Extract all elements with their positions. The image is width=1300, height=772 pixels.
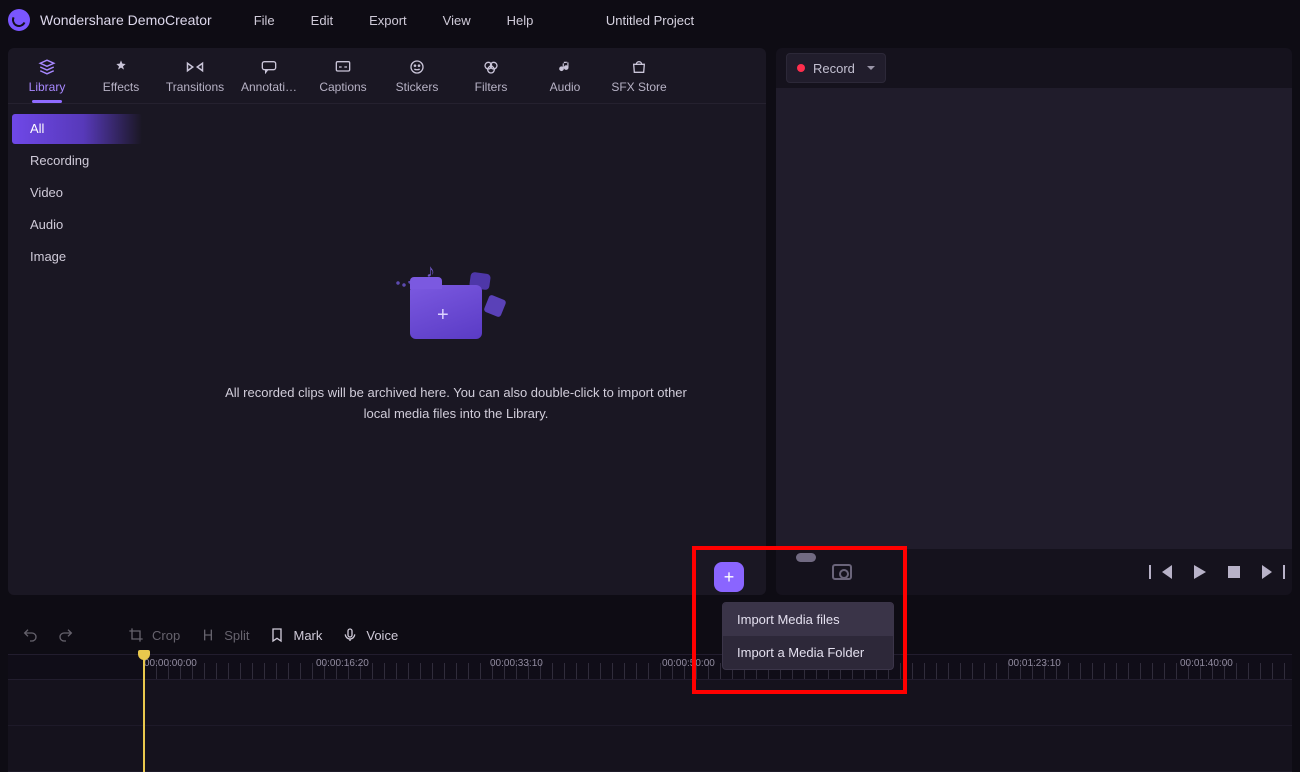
- captions-icon: [334, 58, 352, 76]
- library-panel: Library Effects Transitions Annotati…: [8, 48, 766, 595]
- transitions-icon: [186, 58, 204, 76]
- library-empty-state[interactable]: ♪ + All recorded clips will be archived …: [146, 94, 766, 585]
- sidebar-item-recording[interactable]: Recording: [12, 146, 142, 176]
- tab-label: Transitions: [166, 80, 224, 94]
- tab-label: Library: [29, 80, 66, 94]
- mark-label: Mark: [293, 628, 322, 643]
- record-dot-icon: [797, 64, 805, 72]
- stickers-icon: [408, 58, 426, 76]
- tab-label: SFX Store: [611, 80, 666, 94]
- tab-label: Captions: [319, 80, 366, 94]
- tab-label: Annotati…: [241, 80, 297, 94]
- time-label: 00:00:00:00: [144, 658, 197, 669]
- main-menu: File Edit Export View Help: [236, 7, 552, 34]
- sidebar-item-image[interactable]: Image: [12, 242, 142, 272]
- time-label: 00:00:33:10: [490, 658, 543, 669]
- filters-icon: [482, 58, 500, 76]
- undo-button[interactable]: [22, 627, 38, 643]
- menu-export[interactable]: Export: [351, 7, 425, 34]
- timeline-track-2[interactable]: [8, 726, 1292, 772]
- title-bar: Wondershare DemoCreator File Edit Export…: [0, 0, 1300, 40]
- timeline-track-1[interactable]: [8, 680, 1292, 726]
- split-label: Split: [224, 628, 249, 643]
- time-label: 00:01:23:10: [1008, 658, 1061, 669]
- next-frame-button[interactable]: [1262, 565, 1272, 579]
- store-icon: [630, 58, 648, 76]
- stop-button[interactable]: [1228, 566, 1240, 578]
- mark-button[interactable]: Mark: [269, 627, 322, 643]
- split-button[interactable]: Split: [200, 627, 249, 643]
- transport-bar: [776, 549, 1292, 595]
- menu-help[interactable]: Help: [489, 7, 552, 34]
- annotate-icon: [260, 58, 278, 76]
- timeline-ruler[interactable]: 00:00:00:00 00:00:16:20 00:00:33:10 00:00:5…: [8, 654, 1292, 680]
- preview-panel: Record: [776, 48, 1292, 595]
- play-button[interactable]: [1194, 565, 1206, 579]
- menu-file[interactable]: File: [236, 7, 293, 34]
- menu-view[interactable]: View: [425, 7, 489, 34]
- audio-icon: [556, 58, 574, 76]
- import-media-files[interactable]: Import Media files: [723, 603, 893, 636]
- tab-library[interactable]: Library: [10, 48, 84, 103]
- empty-folder-icon: ♪ +: [396, 255, 516, 355]
- app-logo-icon: [8, 9, 30, 31]
- add-media-button[interactable]: +: [714, 562, 744, 592]
- time-label: 00:00:16:20: [316, 658, 369, 669]
- empty-state-text: All recorded clips will be archived here…: [216, 383, 696, 423]
- voice-label: Voice: [366, 628, 398, 643]
- record-label: Record: [813, 61, 855, 76]
- crop-button[interactable]: Crop: [128, 627, 180, 643]
- preview-viewport: [776, 88, 1292, 549]
- timeline-panel: Crop Split Mark Voice 00:00:00:00 00:00:1…: [0, 616, 1300, 764]
- import-context-menu: Import Media files Import a Media Folder: [722, 602, 894, 670]
- tab-label: Effects: [103, 80, 139, 94]
- library-icon: [38, 58, 56, 76]
- record-button[interactable]: Record: [786, 53, 886, 83]
- import-media-folder[interactable]: Import a Media Folder: [723, 636, 893, 669]
- effects-icon: [112, 58, 130, 76]
- sidebar-item-all[interactable]: All: [12, 114, 142, 144]
- menu-edit[interactable]: Edit: [293, 7, 351, 34]
- app-name: Wondershare DemoCreator: [40, 12, 212, 28]
- redo-button[interactable]: [58, 627, 74, 643]
- tab-label: Audio: [550, 80, 581, 94]
- tab-label: Stickers: [396, 80, 439, 94]
- snapshot-button[interactable]: [832, 564, 852, 580]
- crop-label: Crop: [152, 628, 180, 643]
- prev-frame-button[interactable]: [1162, 565, 1172, 579]
- voice-button[interactable]: Voice: [342, 627, 398, 643]
- tab-label: Filters: [475, 80, 508, 94]
- timeline-toolbar: Crop Split Mark Voice: [8, 616, 1292, 654]
- time-label: 00:00:50:00: [662, 658, 715, 669]
- time-label: 00:01:40:00: [1180, 658, 1233, 669]
- timeline-playhead[interactable]: [143, 654, 145, 772]
- sidebar-item-video[interactable]: Video: [12, 178, 142, 208]
- import-media-region: + Import Media files Import a Media Fold…: [714, 562, 744, 592]
- sidebar-item-audio[interactable]: Audio: [12, 210, 142, 240]
- preview-progress-handle[interactable]: [796, 553, 816, 562]
- library-sidebar: All Recording Video Audio Image: [8, 104, 146, 595]
